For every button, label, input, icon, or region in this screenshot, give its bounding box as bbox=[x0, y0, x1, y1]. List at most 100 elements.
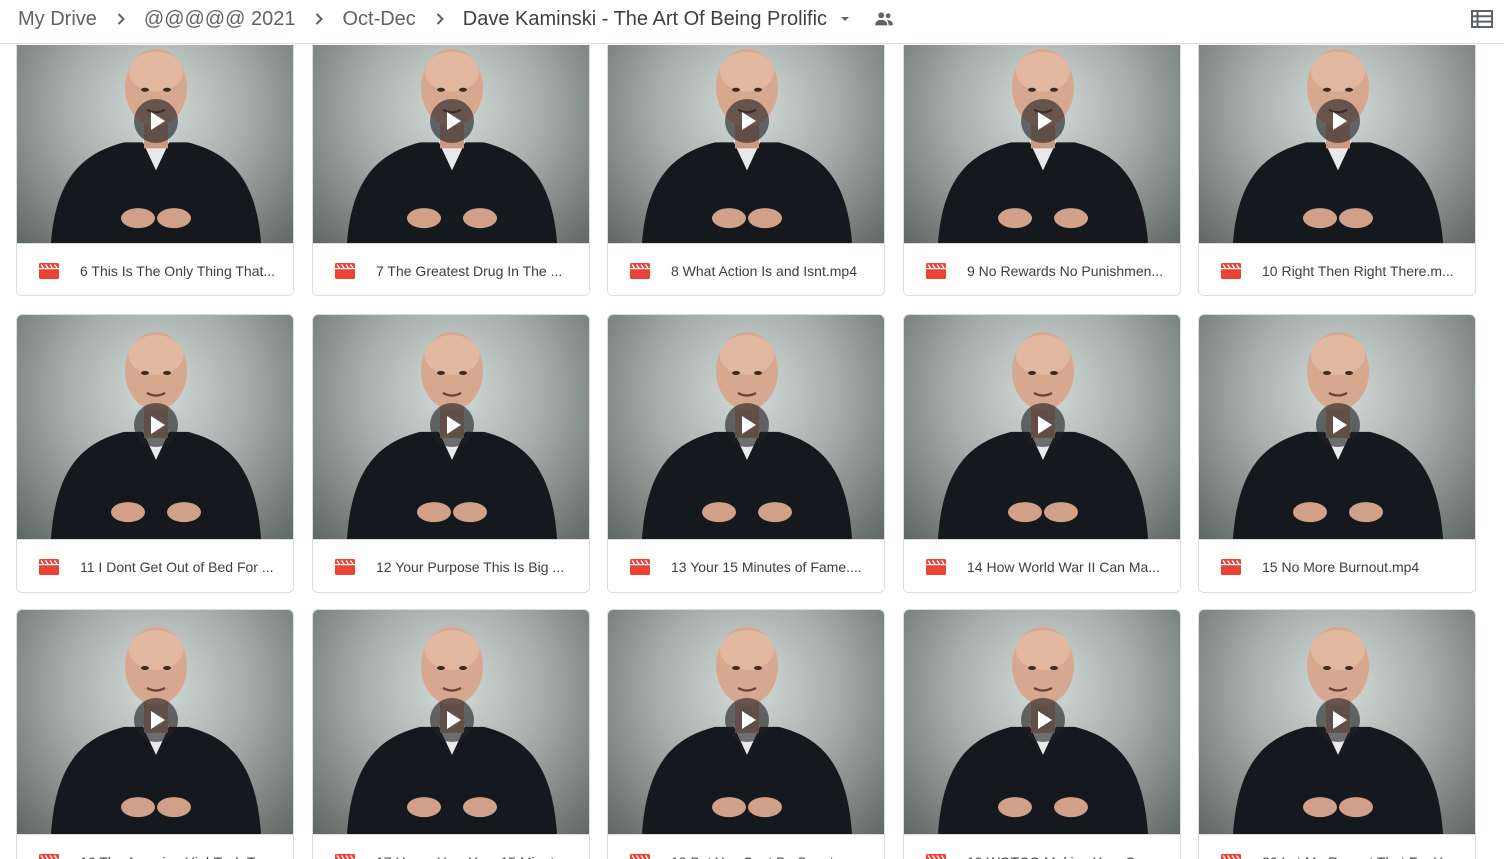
video-file-icon bbox=[39, 559, 59, 575]
file-name[interactable]: 14 How World War II Can Ma... bbox=[967, 558, 1172, 576]
file-card-footer: 11 I Dont Get Out of Bed For ... bbox=[17, 539, 293, 592]
file-card-footer: 6 This Is The Only Thing That... bbox=[17, 243, 293, 295]
video-thumbnail[interactable] bbox=[313, 610, 589, 834]
play-icon[interactable] bbox=[725, 403, 769, 447]
file-card[interactable]: 11 I Dont Get Out of Bed For ... bbox=[16, 314, 294, 593]
video-thumbnail-person bbox=[347, 48, 557, 243]
file-name[interactable]: 13 Your 15 Minutes of Fame.... bbox=[671, 558, 876, 576]
video-file-icon bbox=[926, 854, 946, 859]
file-card[interactable]: 10 Right Then Right There.m... bbox=[1198, 45, 1476, 296]
chevron-right-icon bbox=[316, 13, 324, 25]
video-thumbnail[interactable] bbox=[608, 315, 884, 539]
play-icon[interactable] bbox=[430, 698, 474, 742]
video-thumbnail[interactable] bbox=[608, 610, 884, 834]
video-thumbnail[interactable] bbox=[904, 315, 1180, 539]
arrow-drop-down-icon[interactable] bbox=[837, 11, 853, 27]
play-icon[interactable] bbox=[134, 403, 178, 447]
video-thumbnail[interactable] bbox=[904, 45, 1180, 243]
video-thumbnail[interactable] bbox=[608, 45, 884, 243]
file-card-footer: 8 What Action Is and Isnt.mp4 bbox=[608, 243, 884, 295]
file-name[interactable]: 8 What Action Is and Isnt.mp4 bbox=[671, 262, 876, 280]
file-name[interactable]: 9 No Rewards No Punishmen... bbox=[967, 262, 1172, 280]
video-thumbnail[interactable] bbox=[17, 315, 293, 539]
breadcrumb-oct-dec[interactable]: Oct-Dec bbox=[342, 6, 415, 32]
video-thumbnail-person bbox=[938, 48, 1148, 243]
play-icon[interactable] bbox=[134, 698, 178, 742]
video-file-icon bbox=[335, 263, 355, 279]
file-card[interactable]: 19 WOTCO Making Your Co... bbox=[903, 609, 1181, 859]
file-card-footer: 19 WOTCO Making Your Co... bbox=[904, 834, 1180, 859]
file-card[interactable]: 8 What Action Is and Isnt.mp4 bbox=[607, 45, 885, 296]
file-card[interactable]: 6 This Is The Only Thing That... bbox=[16, 45, 294, 296]
video-thumbnail[interactable] bbox=[313, 45, 589, 243]
breadcrumb-my-drive[interactable]: My Drive bbox=[18, 6, 97, 32]
file-card[interactable]: 18 But You Cant Be Spontan... bbox=[607, 609, 885, 859]
video-thumbnail[interactable] bbox=[904, 610, 1180, 834]
file-card-footer: 18 But You Cant Be Spontan... bbox=[608, 834, 884, 859]
file-card[interactable]: 13 Your 15 Minutes of Fame.... bbox=[607, 314, 885, 593]
video-file-icon bbox=[926, 559, 946, 575]
video-file-icon bbox=[335, 559, 355, 575]
file-card[interactable]: 9 No Rewards No Punishmen... bbox=[903, 45, 1181, 296]
file-card[interactable]: 12 Your Purpose This Is Big ... bbox=[312, 314, 590, 593]
file-name[interactable]: 10 Right Then Right There.m... bbox=[1262, 262, 1467, 280]
file-name[interactable]: 16 The Amazing HighTech T... bbox=[80, 853, 285, 859]
video-thumbnail[interactable] bbox=[1199, 45, 1475, 243]
play-icon[interactable] bbox=[1021, 99, 1065, 143]
file-card[interactable]: 20 Let Me Repeat That For Y... bbox=[1198, 609, 1476, 859]
play-icon[interactable] bbox=[430, 99, 474, 143]
file-name[interactable]: 18 But You Cant Be Spontan... bbox=[671, 853, 876, 859]
video-file-icon bbox=[926, 263, 946, 279]
play-icon[interactable] bbox=[134, 99, 178, 143]
video-file-icon bbox=[1221, 559, 1241, 575]
chevron-right-icon bbox=[117, 13, 125, 25]
play-icon[interactable] bbox=[1316, 698, 1360, 742]
play-icon[interactable] bbox=[725, 698, 769, 742]
video-file-icon bbox=[1221, 854, 1241, 859]
play-icon[interactable] bbox=[430, 403, 474, 447]
list-view-icon[interactable] bbox=[1470, 7, 1494, 31]
breadcrumb-current-folder[interactable]: Dave Kaminski - The Art Of Being Prolifi… bbox=[463, 6, 827, 32]
play-icon[interactable] bbox=[1021, 403, 1065, 447]
people-icon[interactable] bbox=[873, 8, 895, 30]
video-thumbnail[interactable] bbox=[1199, 315, 1475, 539]
file-card[interactable]: 15 No More Burnout.mp4 bbox=[1198, 314, 1476, 593]
file-name[interactable]: 20 Let Me Repeat That For Y... bbox=[1262, 853, 1467, 859]
file-card-footer: 17 Heres How Your 15 Minut... bbox=[313, 834, 589, 859]
file-card[interactable]: 17 Heres How Your 15 Minut... bbox=[312, 609, 590, 859]
video-thumbnail[interactable] bbox=[17, 610, 293, 834]
video-thumbnail[interactable] bbox=[1199, 610, 1475, 834]
file-card[interactable]: 14 How World War II Can Ma... bbox=[903, 314, 1181, 593]
file-name[interactable]: 19 WOTCO Making Your Co... bbox=[967, 853, 1172, 859]
file-card-footer: 15 No More Burnout.mp4 bbox=[1199, 539, 1475, 592]
file-card-footer: 7 The Greatest Drug In The ... bbox=[313, 243, 589, 295]
file-card-footer: 9 No Rewards No Punishmen... bbox=[904, 243, 1180, 295]
file-name[interactable]: 12 Your Purpose This Is Big ... bbox=[376, 558, 581, 576]
play-icon[interactable] bbox=[1316, 99, 1360, 143]
file-card[interactable]: 16 The Amazing HighTech T... bbox=[16, 609, 294, 859]
video-thumbnail[interactable] bbox=[313, 315, 589, 539]
breadcrumb-2021[interactable]: @@@@@ 2021 bbox=[144, 6, 296, 32]
file-card-footer: 13 Your 15 Minutes of Fame.... bbox=[608, 539, 884, 592]
video-thumbnail[interactable] bbox=[17, 45, 293, 243]
video-file-icon bbox=[630, 854, 650, 859]
play-icon[interactable] bbox=[725, 99, 769, 143]
file-card[interactable]: 7 The Greatest Drug In The ... bbox=[312, 45, 590, 296]
video-thumbnail-person bbox=[1233, 48, 1443, 243]
video-file-icon bbox=[335, 854, 355, 859]
video-file-icon bbox=[39, 263, 59, 279]
video-file-icon bbox=[630, 263, 650, 279]
top-bar: My Drive @@@@@ 2021 Oct-Dec Dave Kaminsk… bbox=[0, 0, 1504, 44]
file-card-footer: 12 Your Purpose This Is Big ... bbox=[313, 539, 589, 592]
file-name[interactable]: 7 The Greatest Drug In The ... bbox=[376, 262, 581, 280]
file-name[interactable]: 6 This Is The Only Thing That... bbox=[80, 262, 285, 280]
video-file-icon bbox=[630, 559, 650, 575]
file-card-footer: 20 Let Me Repeat That For Y... bbox=[1199, 834, 1475, 859]
file-name[interactable]: 11 I Dont Get Out of Bed For ... bbox=[80, 558, 285, 576]
play-icon[interactable] bbox=[1021, 698, 1065, 742]
video-file-icon bbox=[1221, 263, 1241, 279]
file-card-footer: 10 Right Then Right There.m... bbox=[1199, 243, 1475, 295]
play-icon[interactable] bbox=[1316, 403, 1360, 447]
file-name[interactable]: 15 No More Burnout.mp4 bbox=[1262, 558, 1467, 576]
file-name[interactable]: 17 Heres How Your 15 Minut... bbox=[376, 853, 581, 859]
